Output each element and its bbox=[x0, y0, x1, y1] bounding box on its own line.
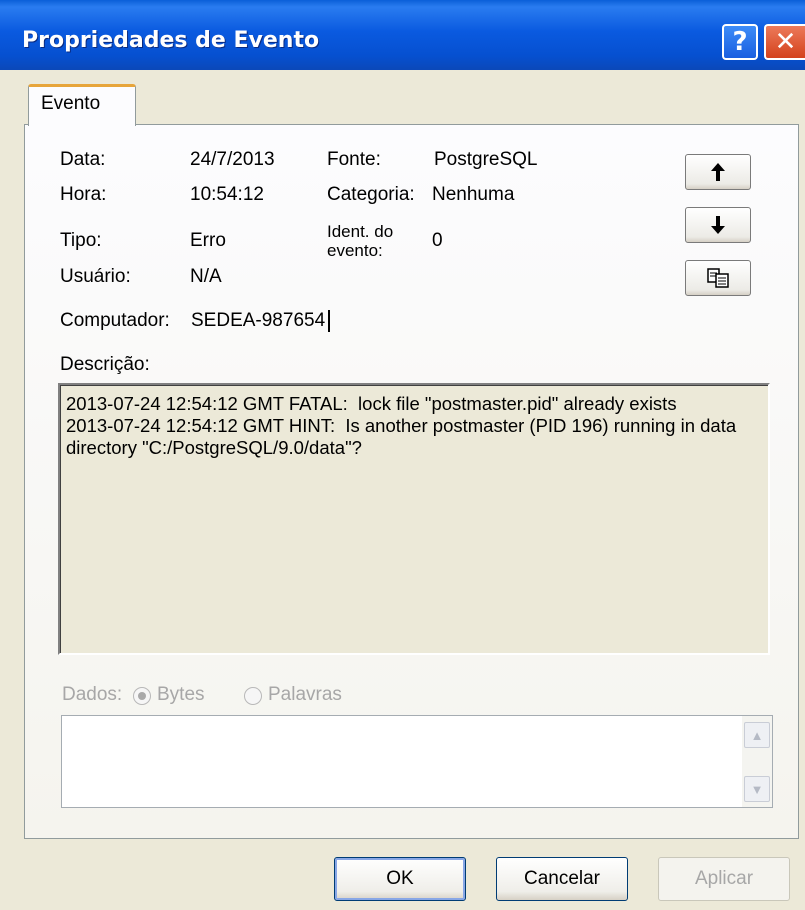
copy-button[interactable] bbox=[685, 260, 751, 296]
help-icon: ? bbox=[732, 27, 748, 57]
data-scrollbar[interactable]: ▲ ▼ bbox=[742, 716, 772, 807]
computador-label: Computador: bbox=[60, 310, 170, 331]
title-bar[interactable]: Propriedades de Evento ? ✕ bbox=[0, 0, 805, 70]
chevron-down-icon: ▼ bbox=[750, 781, 764, 797]
data-label: Data: bbox=[60, 149, 106, 170]
scroll-down-button[interactable]: ▼ bbox=[744, 776, 770, 802]
bytes-radio-label: Bytes bbox=[157, 684, 205, 705]
arrow-up-icon bbox=[711, 163, 725, 181]
usuario-label: Usuário: bbox=[60, 266, 131, 287]
ident-label: Ident. do evento: bbox=[327, 222, 394, 260]
close-button[interactable]: ✕ bbox=[764, 24, 805, 60]
chevron-up-icon: ▲ bbox=[750, 727, 764, 743]
hora-label: Hora: bbox=[60, 184, 107, 205]
ok-button[interactable]: OK bbox=[334, 857, 466, 901]
apply-button[interactable]: Aplicar bbox=[658, 857, 790, 901]
help-button[interactable]: ? bbox=[722, 24, 758, 60]
computador-value[interactable]: SEDEA-987654 bbox=[191, 310, 331, 332]
copy-icon bbox=[707, 268, 729, 288]
dados-label: Dados: bbox=[62, 684, 123, 705]
hora-value: 10:54:12 bbox=[190, 184, 264, 205]
categoria-value: Nenhuma bbox=[432, 184, 515, 205]
cancel-button-label: Cancelar bbox=[523, 868, 601, 889]
description-textbox[interactable]: 2013-07-24 12:54:12 GMT FATAL: lock file… bbox=[58, 383, 770, 655]
previous-event-button[interactable] bbox=[685, 154, 751, 190]
ok-button-label: OK bbox=[386, 868, 414, 889]
data-textbox[interactable]: ▲ ▼ bbox=[61, 715, 773, 808]
bytes-radio[interactable] bbox=[133, 687, 151, 705]
tab-evento[interactable]: Evento bbox=[28, 84, 136, 126]
usuario-value: N/A bbox=[190, 266, 222, 287]
palavras-radio[interactable] bbox=[244, 687, 262, 705]
palavras-radio-label: Palavras bbox=[268, 684, 342, 705]
scroll-up-button[interactable]: ▲ bbox=[744, 722, 770, 748]
data-value: 24/7/2013 bbox=[190, 149, 275, 170]
tab-label: Evento bbox=[41, 93, 101, 114]
ident-value: 0 bbox=[432, 230, 443, 251]
next-event-button[interactable] bbox=[685, 207, 751, 243]
arrow-down-icon bbox=[711, 216, 725, 234]
tipo-value: Erro bbox=[190, 230, 226, 251]
window-title: Propriedades de Evento bbox=[22, 28, 320, 53]
tipo-label: Tipo: bbox=[60, 230, 102, 251]
event-properties-dialog: Propriedades de Evento ? ✕ Evento Data: … bbox=[0, 0, 805, 910]
description-label: Descrição: bbox=[60, 354, 150, 375]
apply-button-label: Aplicar bbox=[694, 868, 754, 889]
description-text: 2013-07-24 12:54:12 GMT FATAL: lock file… bbox=[66, 393, 737, 458]
fonte-value: PostgreSQL bbox=[434, 149, 538, 170]
categoria-label: Categoria: bbox=[327, 184, 415, 205]
fonte-label: Fonte: bbox=[327, 149, 381, 170]
close-icon: ✕ bbox=[774, 27, 797, 57]
cancel-button[interactable]: Cancelar bbox=[496, 857, 628, 901]
